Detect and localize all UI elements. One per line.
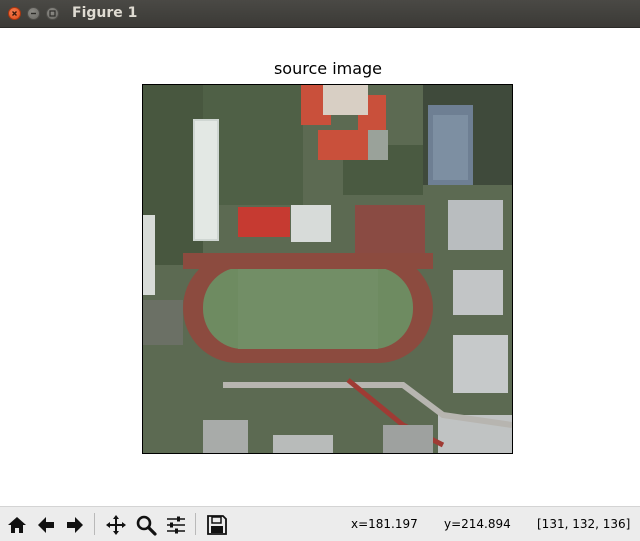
home-icon [7, 516, 26, 533]
navigation-toolbar: x=181.197 y=214.894 [131, 132, 136] [0, 506, 640, 541]
back-button[interactable] [33, 512, 58, 537]
save-button[interactable] [204, 512, 229, 537]
pixel-value-readout: [131, 132, 136] [537, 517, 631, 531]
zoom-button[interactable] [133, 512, 158, 537]
image-axes[interactable] [142, 84, 513, 454]
close-window-button[interactable] [8, 7, 21, 20]
maximize-icon [49, 10, 56, 17]
window-title: Figure 1 [72, 5, 138, 21]
pan-button[interactable] [103, 512, 128, 537]
aerial-source-image [143, 85, 512, 453]
zoom-icon [136, 515, 157, 536]
figure-title: source image [273, 59, 383, 78]
back-arrow-icon [37, 516, 54, 533]
forward-button[interactable] [62, 512, 87, 537]
window-titlebar: Figure 1 [0, 0, 640, 28]
cursor-x-readout: x=181.197 [351, 517, 418, 531]
minimize-icon [31, 12, 36, 15]
configure-subplots-button[interactable] [163, 512, 188, 537]
configure-subplots-icon [166, 516, 185, 533]
toolbar-separator [195, 513, 196, 535]
cursor-y-readout: y=214.894 [444, 517, 511, 531]
minimize-window-button[interactable] [27, 7, 40, 20]
save-icon [206, 514, 227, 535]
pan-icon [105, 514, 126, 535]
maximize-window-button[interactable] [46, 7, 59, 20]
close-icon [12, 11, 17, 16]
forward-arrow-icon [66, 516, 83, 533]
home-button[interactable] [4, 512, 29, 537]
toolbar-separator [94, 513, 95, 535]
